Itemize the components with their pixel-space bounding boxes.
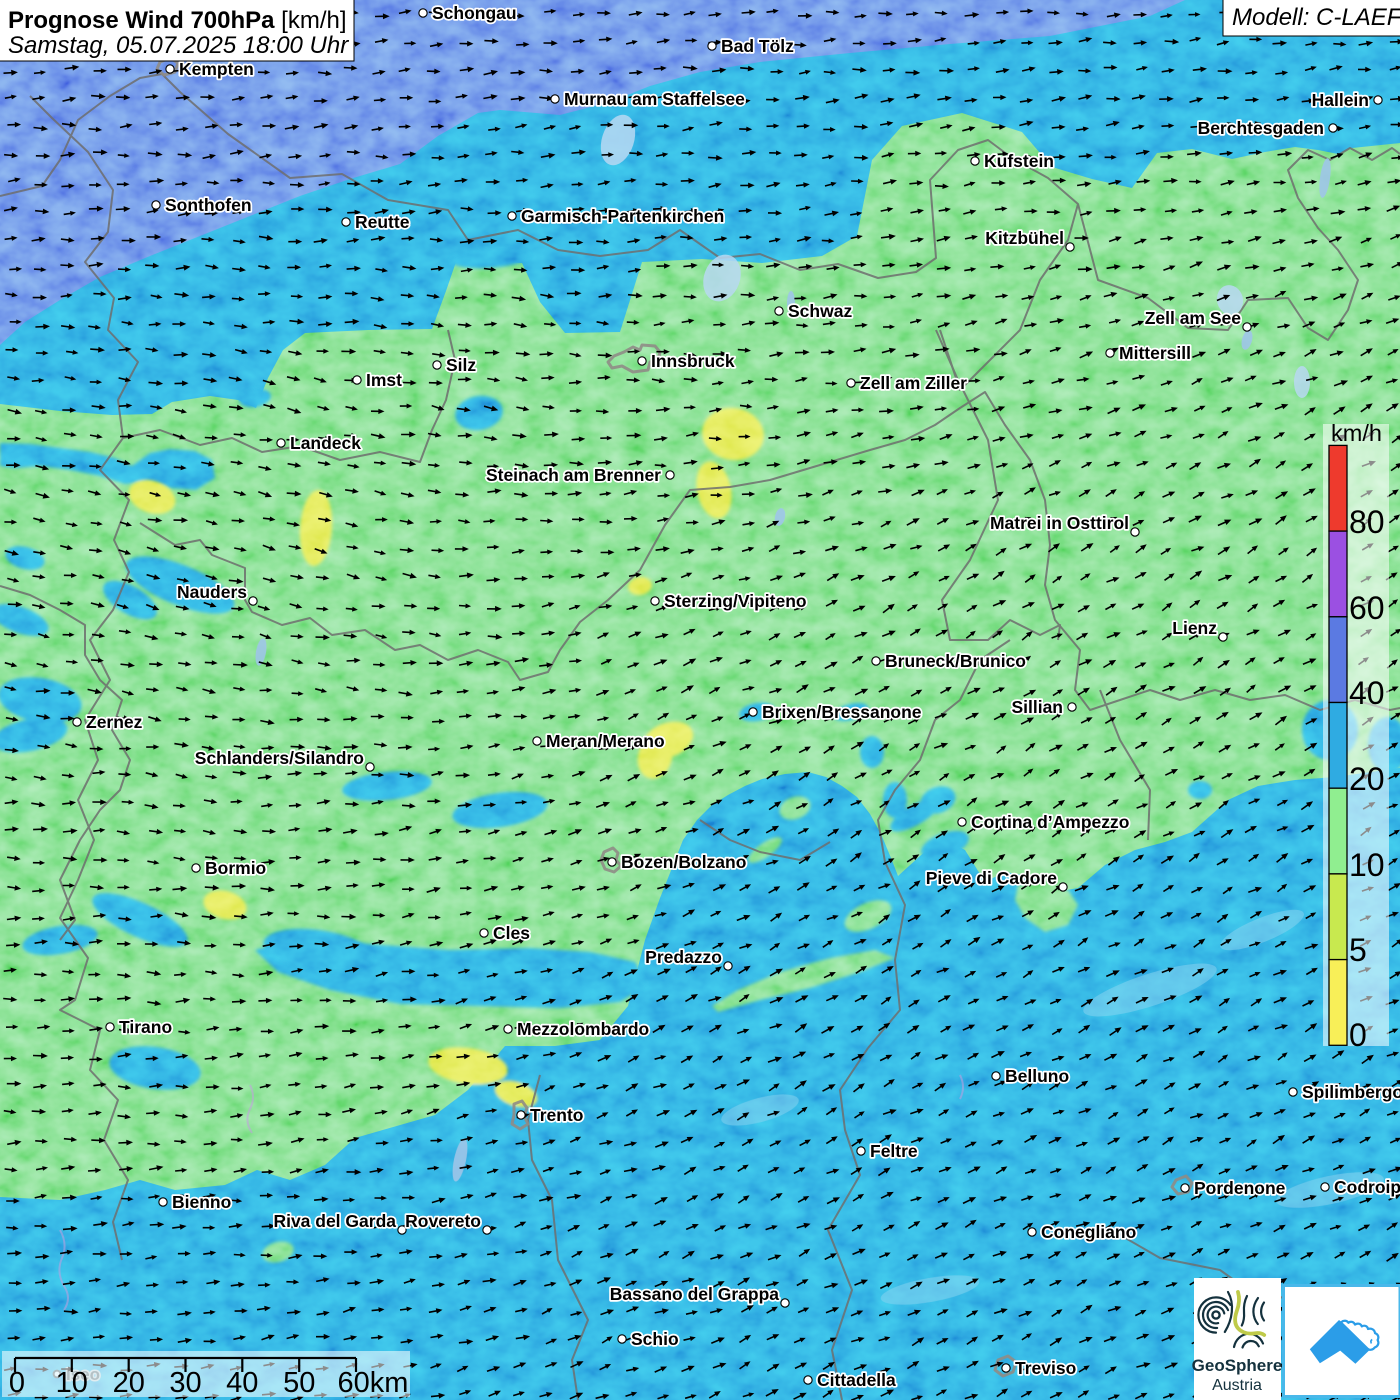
svg-text:Conegliano: Conegliano (1041, 1222, 1136, 1242)
svg-text:10: 10 (56, 1367, 88, 1399)
svg-text:Trento: Trento (530, 1105, 583, 1125)
svg-text:50: 50 (283, 1367, 315, 1399)
svg-text:Pieve di Cadore: Pieve di Cadore (926, 868, 1058, 888)
svg-text:Belluno: Belluno (1005, 1066, 1069, 1086)
svg-text:Meran/Merano: Meran/Merano (546, 731, 665, 751)
svg-text:Nauders: Nauders (177, 582, 247, 602)
svg-text:Bormio: Bormio (205, 858, 266, 878)
svg-text:30: 30 (169, 1367, 201, 1399)
svg-text:Bienno: Bienno (172, 1192, 231, 1212)
svg-text:Schlanders/Silandro: Schlanders/Silandro (195, 748, 364, 768)
svg-text:40: 40 (1349, 675, 1385, 711)
svg-text:Silz: Silz (446, 355, 476, 375)
svg-text:Mezzolombardo: Mezzolombardo (517, 1019, 649, 1039)
svg-text:Cortina d’Ampezzo: Cortina d’Ampezzo (971, 812, 1129, 832)
svg-text:Treviso: Treviso (1015, 1358, 1076, 1378)
svg-text:Cittadella: Cittadella (817, 1370, 896, 1390)
svg-text:80: 80 (1349, 504, 1385, 540)
svg-text:Berchtesgaden: Berchtesgaden (1198, 118, 1324, 138)
svg-text:Sterzing/Vipiteno: Sterzing/Vipiteno (664, 591, 807, 611)
svg-text:Reutte: Reutte (355, 212, 410, 232)
svg-text:Kempten: Kempten (179, 59, 254, 79)
svg-text:Lienz: Lienz (1172, 618, 1217, 638)
svg-text:Cles: Cles (493, 923, 530, 943)
svg-text:40: 40 (226, 1367, 258, 1399)
svg-text:Sonthofen: Sonthofen (165, 195, 252, 215)
svg-text:Hallein: Hallein (1312, 90, 1369, 110)
svg-text:Samstag, 05.07.2025 18:00 Uhr: Samstag, 05.07.2025 18:00 Uhr (8, 32, 349, 59)
svg-text:Steinach am Brenner: Steinach am Brenner (486, 465, 661, 485)
svg-text:Innsbruck: Innsbruck (651, 351, 735, 371)
svg-text:Landeck: Landeck (290, 433, 361, 453)
svg-text:Zernez: Zernez (86, 712, 143, 732)
svg-text:Schongau: Schongau (432, 3, 517, 23)
svg-text:km/h: km/h (1331, 420, 1382, 446)
svg-text:Schwaz: Schwaz (788, 301, 852, 321)
svg-text:0: 0 (1349, 1017, 1367, 1053)
svg-text:0: 0 (9, 1367, 25, 1399)
svg-text:Pordenone: Pordenone (1194, 1178, 1286, 1198)
svg-text:Feltre: Feltre (870, 1141, 918, 1161)
svg-text:Schio: Schio (631, 1329, 679, 1349)
svg-text:Matrei in Osttirol: Matrei in Osttirol (990, 513, 1129, 533)
svg-text:Austria: Austria (1212, 1377, 1262, 1394)
svg-text:Sillian: Sillian (1011, 697, 1063, 717)
svg-text:60: 60 (1349, 590, 1385, 626)
svg-text:Spilimbergo: Spilimbergo (1302, 1082, 1400, 1102)
svg-text:20: 20 (1349, 761, 1385, 797)
svg-text:Prognose Wind 700hPa [km/h]: Prognose Wind 700hPa [km/h] (8, 7, 347, 34)
svg-text:Brixen/Bressanone: Brixen/Bressanone (762, 702, 922, 722)
svg-text:Modell: C-LAEF: Modell: C-LAEF (1232, 4, 1400, 31)
svg-text:Bad Tölz: Bad Tölz (721, 36, 794, 56)
svg-text:Zell am See: Zell am See (1145, 308, 1242, 328)
svg-text:Imst: Imst (366, 370, 402, 390)
svg-text:Riva del Garda: Riva del Garda (273, 1211, 396, 1231)
svg-text:Predazzo: Predazzo (645, 947, 722, 967)
svg-text:Bruneck/Brunico: Bruneck/Brunico (885, 651, 1026, 671)
svg-text:Rovereto: Rovereto (405, 1211, 481, 1231)
svg-text:GeoSphere: GeoSphere (1192, 1356, 1283, 1375)
svg-text:Tirano: Tirano (119, 1017, 172, 1037)
svg-text:5: 5 (1349, 932, 1367, 968)
svg-text:20: 20 (113, 1367, 145, 1399)
svg-text:10: 10 (1349, 847, 1385, 883)
svg-text:Mittersill: Mittersill (1119, 343, 1191, 363)
svg-text:Bassano del Grappa: Bassano del Grappa (610, 1284, 779, 1304)
svg-text:Kufstein: Kufstein (984, 151, 1054, 171)
svg-text:Codroipo: Codroipo (1334, 1177, 1400, 1197)
svg-text:Bozen/Bolzano: Bozen/Bolzano (621, 852, 746, 872)
svg-text:Kitzbühel: Kitzbühel (985, 228, 1064, 248)
svg-text:Murnau am Staffelsee: Murnau am Staffelsee (564, 89, 745, 109)
svg-text:60km: 60km (338, 1367, 409, 1399)
svg-text:Garmisch-Partenkirchen: Garmisch-Partenkirchen (521, 206, 724, 226)
svg-text:Zell am Ziller: Zell am Ziller (860, 373, 967, 393)
